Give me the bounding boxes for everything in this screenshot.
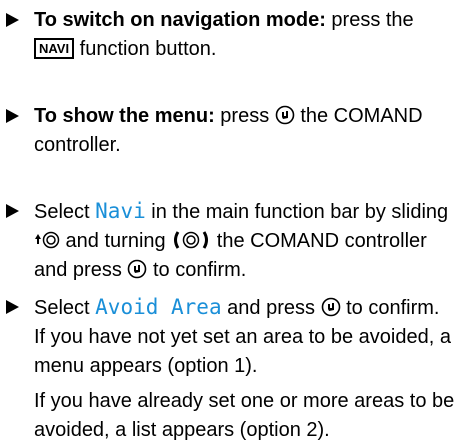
step-4-text-3: to confirm. [340, 297, 440, 319]
step-3-text-5: to confirm. [147, 259, 247, 281]
navi-label: Navi [95, 199, 146, 223]
step-1-text: press the [325, 9, 414, 31]
step-3-text-2: in the main function bar by sliding [145, 201, 449, 223]
step-1: To switch on navigation mode: press the … [0, 6, 462, 64]
step-2-text: press [214, 105, 270, 127]
step-1-text-2: function button. [74, 38, 217, 60]
controller-turn-icon [174, 231, 209, 249]
step-4-text-2: and press [221, 297, 315, 319]
step-3-text: Select [34, 201, 96, 223]
step-4-text: Select [34, 297, 96, 319]
note-option-2: If you have already set one or more area… [34, 390, 455, 441]
step-3-text-3: and turning [60, 230, 166, 252]
step-4: Select Avoid Area and press to confirm. … [0, 293, 462, 445]
controller-press-icon [128, 259, 147, 279]
step-2-bold: To show the menu: [34, 105, 215, 127]
step-2: To show the menu: press the COMAND contr… [0, 102, 462, 160]
instructions: To switch on navigation mode: press the … [0, 0, 467, 441]
controller-press-icon [275, 105, 295, 125]
bullet-icon [6, 300, 19, 314]
step-1-bold: To switch on navigation mode: [34, 9, 326, 31]
controller-press-icon [321, 297, 340, 317]
note-option-1: If you have not yet set an area to be av… [34, 326, 451, 377]
bullet-icon [6, 109, 19, 123]
bullet-icon [6, 204, 19, 218]
bullet-icon [6, 13, 19, 27]
step-3: Select Navi in the main function bar by … [0, 197, 462, 285]
navi-key: NAVI [34, 38, 75, 59]
avoid-area-label: Avoid Area [95, 295, 222, 319]
controller-slide-up-icon [35, 231, 60, 249]
